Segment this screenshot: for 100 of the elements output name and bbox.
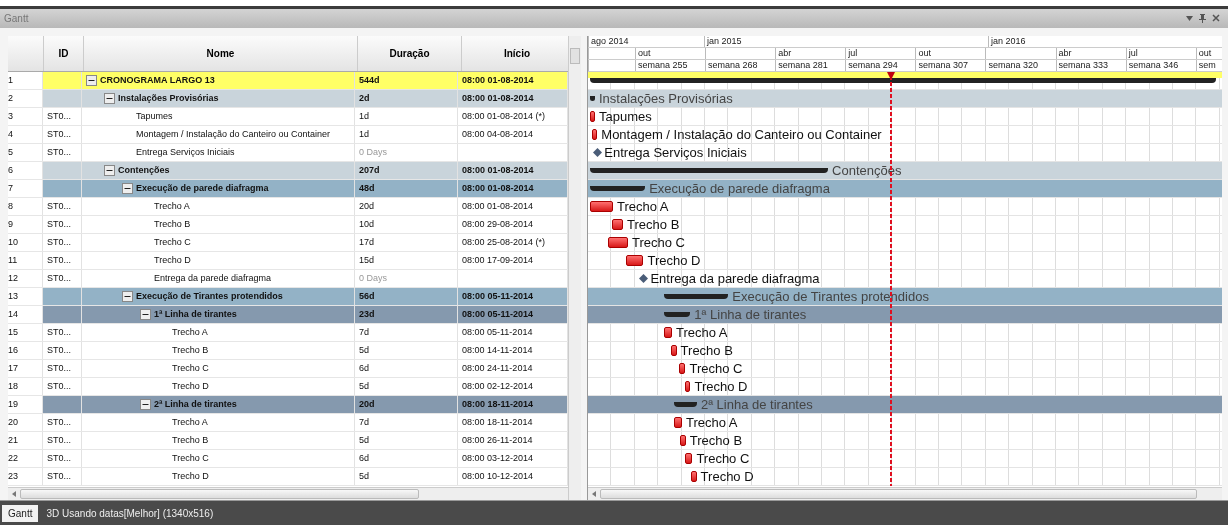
timeline-year: jan 2016 [988,35,1222,47]
timeline-week: semana 294 [845,59,916,71]
bar-label: Entrega da parede diafragma [650,269,820,288]
task-bar[interactable] [678,362,686,374]
summary-bar[interactable] [663,293,729,299]
task-name: Trecho D [154,255,191,266]
dropdown-icon[interactable] [1186,15,1193,21]
horizontal-scrollbar[interactable] [8,487,568,501]
task-name: Instalações Provisórias [118,93,219,104]
task-name: Trecho D [172,471,209,482]
task-name: Tapumes [136,111,173,122]
bar-label: Instalações Provisórias [599,89,733,108]
bar-label: Trecho A [675,323,728,342]
task-name: Trecho C [172,363,209,374]
bar-label: Trecho A [617,197,669,216]
task-name: Trecho C [154,237,191,248]
bar-label: Entrega Serviços Iniciais [604,143,747,162]
timeline-week: semana 346 [1125,59,1196,71]
task-bar[interactable] [592,128,598,140]
timeline-month: out [915,47,986,59]
bar-label: Trecho B [689,431,743,450]
task-name: 2ª Linha de tirantes [154,399,237,410]
timeline-month: jul [845,47,916,59]
task-name: 1ª Linha de tirantes [154,309,237,320]
bar-label: Montagem / Instalação do Canteiro ou Container [601,125,882,144]
bar-label: Trecho C [689,359,743,378]
summary-bar[interactable] [590,185,646,191]
collapse-icon[interactable] [122,182,133,194]
task-name: CRONOGRAMA LARGO 13 [100,75,215,86]
summary-bar[interactable] [590,167,829,173]
bar-label: 2ª Linha de tirantes [700,395,813,414]
window-title: Gantt [4,12,29,24]
bar-label: Trecho D [694,377,748,396]
task-name: Trecho A [154,201,190,212]
timeline-month: jul [1125,47,1196,59]
collapse-icon[interactable] [140,398,151,410]
task-bar[interactable] [611,218,624,230]
task-bar[interactable] [673,416,682,428]
task-bar[interactable] [690,470,697,482]
column-header[interactable]: ID [44,35,84,71]
timeline-week: semana 268 [705,59,776,71]
task-name: Execução de parede diafragma [136,183,269,194]
close-icon[interactable] [1212,14,1220,23]
task-name: Trecho B [154,219,191,230]
vertical-scrollbar[interactable] [568,35,581,501]
timeline-week: semana 320 [985,59,1056,71]
task-bar[interactable] [590,110,595,122]
task-name: Trecho B [172,435,209,446]
milestone-diamond[interactable] [593,147,603,157]
task-name: Trecho D [172,381,209,392]
bar-label: Execução de Tirantes protendidos [732,287,929,306]
milestone-diamond[interactable] [639,273,649,283]
timeline-week: sem [1195,59,1222,71]
task-name: Trecho A [172,327,208,338]
task-bar[interactable] [590,200,613,212]
task-bar[interactable] [608,236,628,248]
scroll-left-icon[interactable] [12,491,16,498]
bar-label: Trecho A [685,413,738,432]
horizontal-scrollbar[interactable] [588,487,1222,501]
bar-label: Execução de parede diafragma [649,179,830,198]
timeline-week: semana 255 [635,59,706,71]
tab[interactable]: Gantt [2,504,39,522]
collapse-icon[interactable] [122,290,133,302]
tab[interactable]: 3D Usando datas[Melhor] (1340x516) [40,504,220,522]
bar-label: Trecho B [627,215,680,234]
bar-label: Contenções [832,161,902,180]
task-name: Trecho B [172,345,209,356]
collapse-icon[interactable] [104,92,115,104]
task-bar[interactable] [684,380,691,392]
collapse-icon[interactable] [86,74,97,86]
bar-label: Tapumes [599,107,652,126]
timeline-week: semana 333 [1055,59,1126,71]
task-bar[interactable] [626,254,644,266]
task-bar[interactable] [685,452,693,464]
summary-bar[interactable] [590,95,595,101]
task-name: Entrega Serviços Iniciais [136,147,235,158]
timeline-month: out [1195,47,1222,59]
task-name: Entrega da parede diafragma [154,273,272,284]
task-bar[interactable] [680,434,686,446]
task-bar[interactable] [663,326,672,338]
pin-icon[interactable] [1199,13,1206,23]
bar-label: Trecho D [647,251,701,270]
timeline-week: semana 281 [775,59,846,71]
timeline-week: semana 307 [915,59,986,71]
timeline-month: abr [1055,47,1126,59]
task-name: Trecho A [172,417,208,428]
collapse-icon[interactable] [104,164,115,176]
scroll-left-icon[interactable] [592,491,596,498]
task-bar[interactable] [670,344,677,356]
task-name: Montagem / Instalação do Canteiro ou Container [136,129,331,140]
column-header[interactable]: Nome [84,35,358,71]
task-name: Contenções [118,165,170,176]
collapse-icon[interactable] [140,308,151,320]
bar-label: Trecho D [700,467,754,486]
bar-label: Trecho C [696,449,750,468]
summary-bar[interactable] [590,77,1216,83]
timeline-month: abr [775,47,846,59]
timeline-year: jan 2015 [704,35,988,47]
column-header[interactable]: Duração [358,35,462,71]
timeline-month: out [635,47,706,59]
